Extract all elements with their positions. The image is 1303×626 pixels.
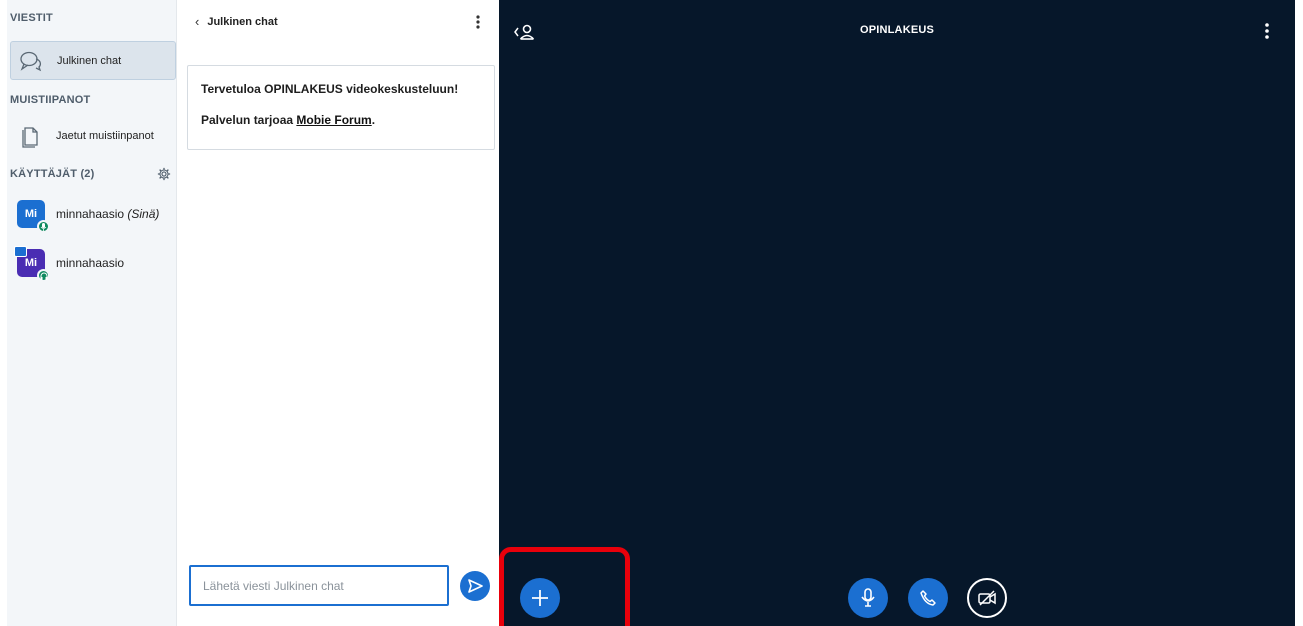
user-name: minnahaasio (Sinä) xyxy=(56,207,160,221)
mute-button[interactable] xyxy=(848,578,888,618)
welcome-text: Tervetuloa OPINLAKEUS videokeskusteluun! xyxy=(201,82,459,96)
meeting-title: OPINLAKEUS xyxy=(859,24,935,36)
user-list-item[interactable]: Mi minnahaasio (Sinä) xyxy=(10,196,176,233)
users-section-title: KÄYTTÄJÄT (2) xyxy=(10,168,95,180)
notes-section-title: MUISTIIPANOT xyxy=(10,94,91,106)
hide-chat-button[interactable]: ‹ Julkinen chat xyxy=(195,14,278,29)
avatar-initials: Mi xyxy=(24,257,38,269)
phone-icon xyxy=(920,590,936,606)
page-edge xyxy=(1295,0,1303,626)
chat-bubbles-icon xyxy=(19,49,43,73)
plus-icon xyxy=(532,590,548,606)
presentation-area: OPINLAKEUS xyxy=(499,0,1295,626)
messages-section-title: VIESTIT xyxy=(10,12,53,24)
send-message-button[interactable] xyxy=(460,571,490,601)
chevron-left-icon: ‹ xyxy=(195,14,200,29)
more-options-icon[interactable] xyxy=(474,14,482,30)
chat-panel: ‹ Julkinen chat Tervetuloa OPINLAKEUS vi… xyxy=(177,0,499,626)
chat-message-field[interactable] xyxy=(189,565,449,606)
share-webcam-button[interactable] xyxy=(967,578,1007,618)
user-list-sidebar: VIESTIT Julkinen chat MUISTIIPANOT Jaetu… xyxy=(7,0,177,626)
sidebar-item-public-chat[interactable]: Julkinen chat xyxy=(10,41,176,80)
microphone-icon xyxy=(861,588,875,607)
welcome-message: Tervetuloa OPINLAKEUS videokeskusteluun!… xyxy=(187,65,495,150)
camera-off-icon xyxy=(978,590,996,606)
avatar: Mi xyxy=(17,200,50,233)
you-tag: (Sinä) xyxy=(127,207,160,221)
sidebar-item-label: Jaetut muistiinpanot xyxy=(56,129,154,142)
send-icon xyxy=(468,579,483,593)
chat-header: ‹ Julkinen chat xyxy=(177,0,499,44)
microphone-status-icon xyxy=(37,220,50,233)
leave-audio-button[interactable] xyxy=(908,578,948,618)
user-name: minnahaasio xyxy=(56,256,125,270)
more-options-icon[interactable] xyxy=(1263,22,1271,40)
presenter-icon xyxy=(14,246,27,257)
avatar: Mi xyxy=(14,246,50,282)
user-list-item[interactable]: Mi minnahaasio xyxy=(10,245,176,282)
actions-button[interactable] xyxy=(520,578,560,618)
avatar-initials: Mi xyxy=(24,208,38,220)
sidebar-item-label: Julkinen chat xyxy=(57,54,122,67)
chat-input[interactable] xyxy=(191,567,447,604)
headphones-status-icon xyxy=(37,269,50,282)
chat-title: Julkinen chat xyxy=(207,15,278,28)
sidebar-item-shared-notes[interactable]: Jaetut muistiinpanot xyxy=(10,116,176,155)
gear-icon[interactable] xyxy=(157,167,171,181)
app-window: VIESTIT Julkinen chat MUISTIIPANOT Jaetu… xyxy=(0,0,1303,626)
provider-link[interactable]: Mobie Forum xyxy=(296,113,371,127)
provider-text: Palvelun tarjoaa Mobie Forum. xyxy=(201,113,376,127)
notes-icon xyxy=(18,124,42,148)
